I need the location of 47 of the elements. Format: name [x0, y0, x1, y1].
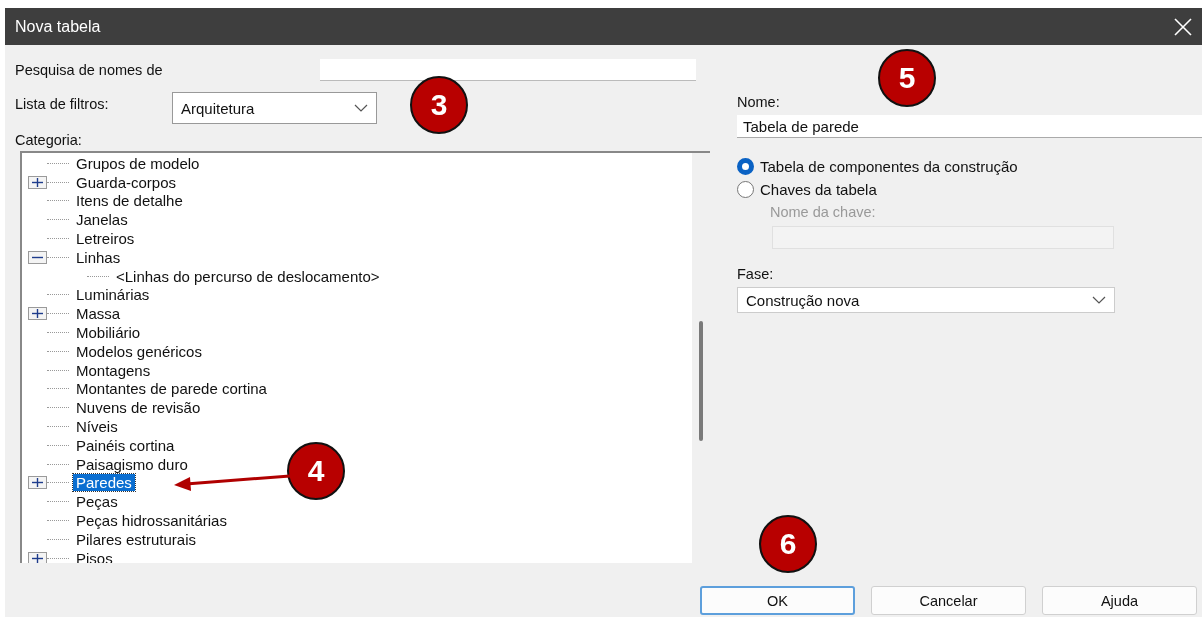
tree-item[interactable]: Letreiros	[73, 230, 138, 248]
scrollbar-thumb[interactable]	[699, 321, 703, 441]
category-label: Categoria:	[15, 132, 83, 148]
chevron-icon	[1092, 296, 1106, 304]
phase-dropdown[interactable]: Construção nova	[737, 287, 1115, 313]
tree-item[interactable]: Pilares estruturais	[73, 530, 200, 548]
radio-option[interactable]: Tabela de componentes da construção	[737, 158, 1202, 175]
search-field[interactable]	[320, 59, 696, 81]
filter-dropdown[interactable]: Arquitetura	[172, 92, 377, 124]
expand-icon[interactable]	[28, 307, 47, 321]
search-label: Pesquisa de nomes de	[15, 62, 163, 78]
phase-label: Fase:	[737, 266, 775, 282]
tree-item[interactable]: Painéis cortina	[73, 436, 178, 454]
expand-icon[interactable]	[28, 551, 47, 563]
tree-item[interactable]: Linhas	[73, 248, 124, 266]
tree-item[interactable]: Luminárias	[73, 286, 153, 304]
tree-item[interactable]: Pisos	[73, 549, 116, 563]
tree-item[interactable]: Peças	[73, 493, 121, 511]
tree-item[interactable]: <Linhas do percurso de deslocamento>	[113, 267, 383, 285]
dialog-button[interactable]: OK	[700, 586, 855, 615]
key-name-label: Nome da chave:	[770, 204, 877, 220]
chevron-icon	[354, 104, 368, 112]
close-icon[interactable]	[1174, 17, 1192, 36]
tree-item[interactable]: Montantes de parede cortina	[73, 380, 270, 398]
name-label: Nome:	[737, 94, 781, 110]
filter-label: Lista de filtros:	[15, 96, 110, 112]
tree-item[interactable]: Peças hidrossanitárias	[73, 512, 230, 530]
tree-item[interactable]: Nuvens de revisão	[73, 399, 204, 417]
tree-item[interactable]: Massa	[73, 305, 124, 323]
name-field[interactable]: Tabela de parede	[737, 115, 1202, 138]
tree-item[interactable]: Montagens	[73, 361, 154, 379]
tree-item[interactable]: Itens de detalhe	[73, 192, 186, 210]
tree-item[interactable]: Grupos de modelo	[73, 154, 203, 172]
tree-item[interactable]: Modelos genéricos	[73, 342, 205, 360]
radio-option[interactable]: Chaves da tabela	[737, 181, 1202, 198]
window-title: Nova tabela	[15, 17, 101, 36]
dialog-button[interactable]: Cancelar	[871, 586, 1026, 615]
expand-icon[interactable]	[28, 175, 47, 189]
collapse-icon[interactable]	[28, 250, 47, 264]
tree-item[interactable]: Paredes	[73, 474, 135, 492]
tree-item[interactable]: Guarda-corpos	[73, 173, 180, 191]
tree-item[interactable]: Níveis	[73, 418, 121, 436]
tree-item[interactable]: Janelas	[73, 211, 131, 229]
tree-item[interactable]: Paisagismo duro	[73, 455, 191, 473]
tree-item[interactable]: Mobiliário	[73, 324, 144, 342]
dialog-button[interactable]: Ajuda	[1042, 586, 1197, 615]
expand-icon[interactable]	[28, 476, 47, 490]
